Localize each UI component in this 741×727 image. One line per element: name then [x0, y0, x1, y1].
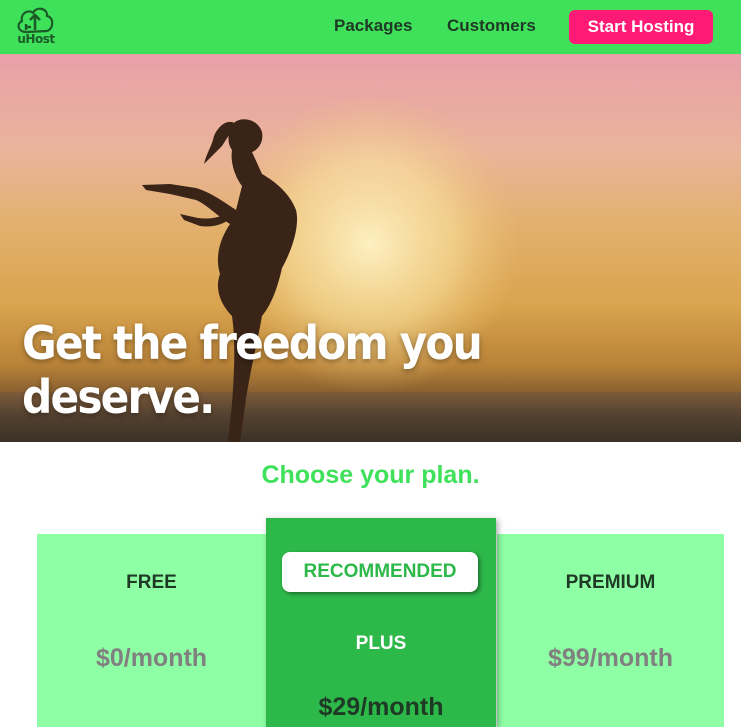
plan-card-premium[interactable]: PREMIUM $99/month [497, 534, 724, 727]
start-hosting-button[interactable]: Start Hosting [569, 10, 713, 44]
plans-heading: Choose your plan. [261, 461, 480, 489]
top-navigation: uHost Packages Customers Start Hosting [0, 0, 741, 54]
plan-name: FREE [126, 572, 177, 593]
nav-link-packages[interactable]: Packages [334, 16, 412, 36]
recommended-badge: RECOMMENDED [282, 552, 478, 592]
plan-card-plus[interactable]: RECOMMENDED PLUS $29/month [266, 518, 496, 727]
plan-name: PREMIUM [565, 572, 656, 593]
hero-banner: Get the freedom you deserve. [0, 54, 741, 442]
uhost-logo[interactable]: uHost [14, 4, 56, 48]
plan-price: $0/month [95, 644, 208, 672]
logo-wordmark: uHost [17, 32, 55, 46]
plan-price: $99/month [547, 644, 674, 672]
nav-link-customers[interactable]: Customers [447, 16, 536, 36]
hero-title: Get the freedom you deserve. [22, 316, 483, 424]
plan-name: PLUS [355, 633, 407, 654]
plan-card-free[interactable]: FREE $0/month [37, 534, 266, 727]
plan-price: $29/month [318, 693, 444, 721]
